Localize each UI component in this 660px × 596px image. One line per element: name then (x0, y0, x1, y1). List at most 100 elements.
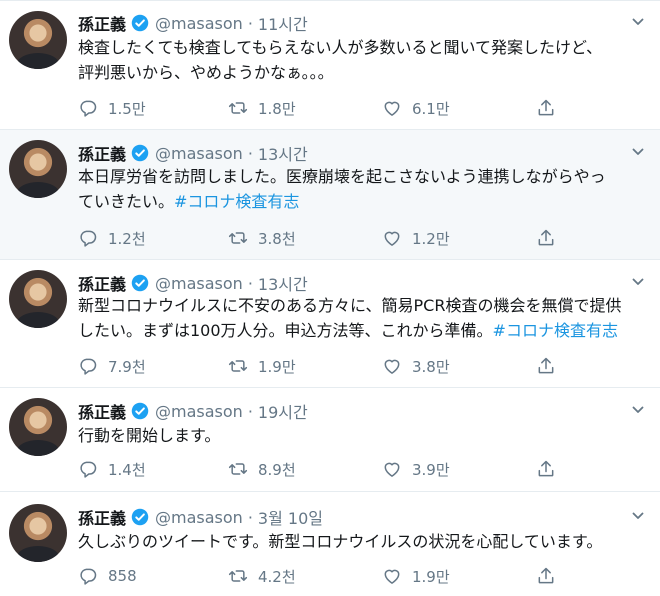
tweet-actions: 1.2천 3.8천 1.2만 (78, 226, 578, 250)
like-icon (384, 359, 400, 374)
timestamp[interactable]: 13시간 (258, 141, 308, 165)
display-name[interactable]: 孫正義 (78, 271, 126, 295)
display-name[interactable]: 孫正義 (78, 399, 126, 423)
share-icon (538, 460, 554, 477)
timestamp[interactable]: 11시간 (258, 11, 308, 35)
chevron-down-icon[interactable] (632, 510, 644, 522)
retweet-count: 3.8천 (258, 229, 296, 248)
retweet-button[interactable]: 3.8천 (228, 226, 296, 250)
reply-count: 858 (108, 567, 137, 585)
display-name[interactable]: 孫正義 (78, 505, 126, 529)
share-button[interactable] (536, 226, 566, 250)
tweet-header: 孫正義 @masason · 3월 10일 (78, 505, 323, 529)
verified-badge-icon (131, 144, 149, 162)
reply-icon (80, 230, 97, 247)
retweet-button[interactable]: 1.9만 (228, 354, 296, 378)
handle[interactable]: @masason (155, 144, 243, 163)
chevron-down-icon[interactable] (632, 404, 644, 416)
tweet[interactable]: 孫正義 @masason · 3월 10일 久しぶりのツイートです。新型コロナウ… (0, 492, 660, 596)
avatar[interactable] (9, 504, 67, 562)
share-button[interactable] (536, 354, 566, 378)
reply-button[interactable]: 1.5만 (78, 96, 146, 120)
handle[interactable]: @masason (155, 14, 243, 33)
tweet[interactable]: 孫正義 @masason · 13시간 本日厚労省を訪問しました。医療崩壊を起こ… (0, 130, 660, 260)
retweet-button[interactable]: 8.9천 (228, 457, 296, 481)
like-button[interactable]: 1.9만 (382, 564, 450, 588)
tweet-text-line: したい。まずは100万人分。申込方法等、これから準備。#コロナ検査有志 (78, 319, 648, 344)
retweet-count: 8.9천 (258, 460, 296, 479)
timeline: 孫正義 @masason · 11시간 検査したくても検査してもらえない人が多数… (0, 0, 660, 596)
separator: · (247, 273, 253, 293)
tweet-text-line: 行動を開始します。 (78, 426, 221, 445)
like-button[interactable]: 3.9만 (382, 457, 450, 481)
reply-button[interactable]: 858 (78, 564, 137, 588)
chevron-down-icon[interactable] (632, 16, 644, 28)
avatar[interactable] (9, 270, 67, 328)
like-button[interactable]: 3.8만 (382, 354, 450, 378)
separator: · (247, 401, 253, 421)
retweet-icon (228, 463, 248, 475)
retweet-button[interactable]: 1.8만 (228, 96, 296, 120)
tweet[interactable]: 孫正義 @masason · 13시간 新型コロナウイルスに不安のある方々に、簡… (0, 260, 660, 388)
tweet-actions: 858 4.2천 1.9만 (78, 564, 578, 588)
verified-badge-icon (131, 14, 149, 32)
timestamp[interactable]: 3월 10일 (258, 505, 323, 529)
like-icon (384, 569, 400, 584)
retweet-icon (228, 570, 248, 582)
chevron-down-icon[interactable] (632, 276, 644, 288)
share-button[interactable] (536, 457, 566, 481)
chevron-down-icon[interactable] (632, 146, 644, 158)
hashtag-link[interactable]: #コロナ検査有志 (174, 192, 299, 211)
avatar[interactable] (9, 11, 67, 69)
like-icon (384, 101, 400, 116)
avatar[interactable] (9, 140, 67, 198)
tweet-text: 久しぶりのツイートです。新型コロナウイルスの状況を心配しています。 (78, 530, 648, 555)
handle[interactable]: @masason (155, 508, 243, 527)
like-count: 1.9만 (412, 567, 450, 586)
share-icon (538, 99, 554, 116)
reply-button[interactable]: 7.9천 (78, 354, 146, 378)
avatar[interactable] (9, 398, 67, 456)
like-button[interactable]: 6.1만 (382, 96, 450, 120)
reply-icon (80, 358, 97, 375)
retweet-button[interactable]: 4.2천 (228, 564, 296, 588)
tweet-text-line: 新型コロナウイルスに不安のある方々に、簡易PCR検査の機会を無償で提供 (78, 296, 622, 315)
tweet-text-line: 評判悪いから、やめようかなぁ。。。 (78, 62, 334, 82)
tweet-text-line: 本日厚労省を訪問しました。医療崩壊を起こさないよう連携しながらやっ (78, 167, 606, 186)
like-icon (384, 462, 400, 477)
tweet-actions: 7.9천 1.9만 3.8만 (78, 354, 578, 378)
separator: · (247, 13, 253, 33)
handle[interactable]: @masason (155, 402, 243, 421)
tweet-text-segment: ていきたい。 (78, 191, 175, 211)
display-name[interactable]: 孫正義 (78, 141, 126, 165)
tweet-actions: 1.4천 8.9천 3.9만 (78, 457, 578, 481)
reply-button[interactable]: 1.4천 (78, 457, 146, 481)
retweet-count: 4.2천 (258, 567, 296, 586)
like-count: 6.1만 (412, 99, 450, 118)
like-button[interactable]: 1.2만 (382, 226, 450, 250)
retweet-count: 1.9만 (258, 357, 296, 376)
tweet[interactable]: 孫正義 @masason · 19시간 行動を開始します。 1.4천 8.9천 … (0, 388, 660, 492)
reply-button[interactable]: 1.2천 (78, 226, 146, 250)
share-icon (538, 357, 554, 374)
tweet-text-segment: したい。まずは100万人分。申込方法等、これから準備。 (78, 320, 493, 340)
timestamp[interactable]: 13시간 (258, 271, 308, 295)
reply-count: 1.2천 (108, 229, 146, 248)
tweet-text: 検査したくても検査してもらえない人が多数いると聞いて発案したけど、 評判悪いから… (78, 36, 648, 85)
retweet-icon (228, 232, 248, 244)
reply-icon (80, 568, 97, 585)
tweet-text-line: 検査したくても検査してもらえない人が多数いると聞いて発案したけど、 (78, 38, 603, 57)
share-button[interactable] (536, 564, 566, 588)
tweet[interactable]: 孫正義 @masason · 11시간 検査したくても検査してもらえない人が多数… (0, 0, 660, 130)
handle[interactable]: @masason (155, 274, 243, 293)
tweet-text: 行動を開始します。 (78, 424, 648, 449)
like-icon (384, 231, 400, 246)
reply-icon (80, 100, 97, 117)
timestamp[interactable]: 19시간 (258, 399, 308, 423)
share-button[interactable] (536, 96, 566, 120)
display-name[interactable]: 孫正義 (78, 11, 126, 35)
tweet-header: 孫正義 @masason · 13시간 (78, 271, 308, 295)
separator: · (247, 143, 253, 163)
hashtag-link[interactable]: #コロナ検査有志 (493, 321, 618, 340)
verified-badge-icon (131, 508, 149, 526)
